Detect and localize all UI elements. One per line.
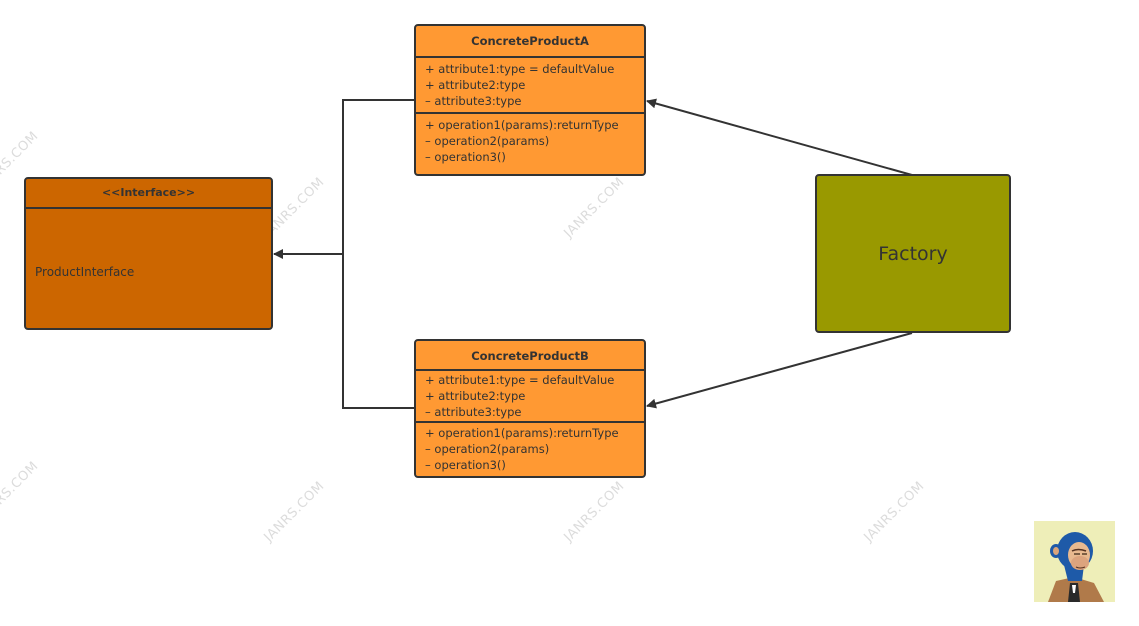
connector-factory-to-productB[interactable] — [646, 332, 913, 409]
operations-section: + operation1(params):returnType – operat… — [416, 423, 644, 476]
operation: – operation2(params) — [425, 134, 550, 148]
interface-product[interactable]: <<Interface>> ProductInterface — [24, 177, 273, 330]
watermark: JANRS.COM — [0, 458, 42, 525]
attribute: + attribute2:type — [425, 78, 526, 92]
watermark: JANRS.COM — [561, 174, 628, 241]
operation: + operation1(params):returnType — [425, 118, 619, 132]
operation: – operation3() — [425, 150, 506, 164]
attribute: + attribute2:type — [425, 389, 526, 403]
class-name: ConcreteProductA — [416, 26, 644, 58]
ape-avatar-icon — [1034, 521, 1115, 602]
factory-box[interactable]: Factory — [815, 174, 1011, 333]
connector-productB-to-interface[interactable] — [342, 254, 415, 409]
interface-stereotype: <<Interface>> — [26, 179, 271, 209]
diagram-canvas: JANRS.COM JANRS.COM JANRS.COM JANRS.COM … — [0, 0, 1139, 626]
operations-section: + operation1(params):returnType – operat… — [416, 114, 644, 168]
operation: + operation1(params):returnType — [425, 426, 619, 440]
interface-name: ProductInterface — [35, 265, 135, 279]
operation: – operation3() — [425, 458, 506, 472]
attribute: – attribute3:type — [425, 94, 522, 108]
attributes-section: + attribute1:type = defaultValue + attri… — [416, 58, 644, 114]
connector-productA-to-interface[interactable] — [273, 99, 415, 259]
avatar — [1034, 521, 1115, 602]
class-concrete-product-a[interactable]: ConcreteProductA + attribute1:type = def… — [414, 24, 646, 176]
factory-label: Factory — [878, 242, 948, 265]
connector-factory-to-productA[interactable] — [646, 98, 913, 176]
watermark: JANRS.COM — [561, 478, 628, 545]
attribute: + attribute1:type = defaultValue — [425, 62, 615, 76]
watermark: JANRS.COM — [861, 478, 928, 545]
class-concrete-product-b[interactable]: ConcreteProductB + attribute1:type = def… — [414, 339, 646, 478]
attributes-section: + attribute1:type = defaultValue + attri… — [416, 371, 644, 423]
interface-body: ProductInterface — [26, 209, 271, 329]
watermark: JANRS.COM — [261, 478, 328, 545]
attribute: – attribute3:type — [425, 405, 522, 419]
attribute: + attribute1:type = defaultValue — [425, 373, 615, 387]
operation: – operation2(params) — [425, 442, 550, 456]
class-name: ConcreteProductB — [416, 341, 644, 371]
